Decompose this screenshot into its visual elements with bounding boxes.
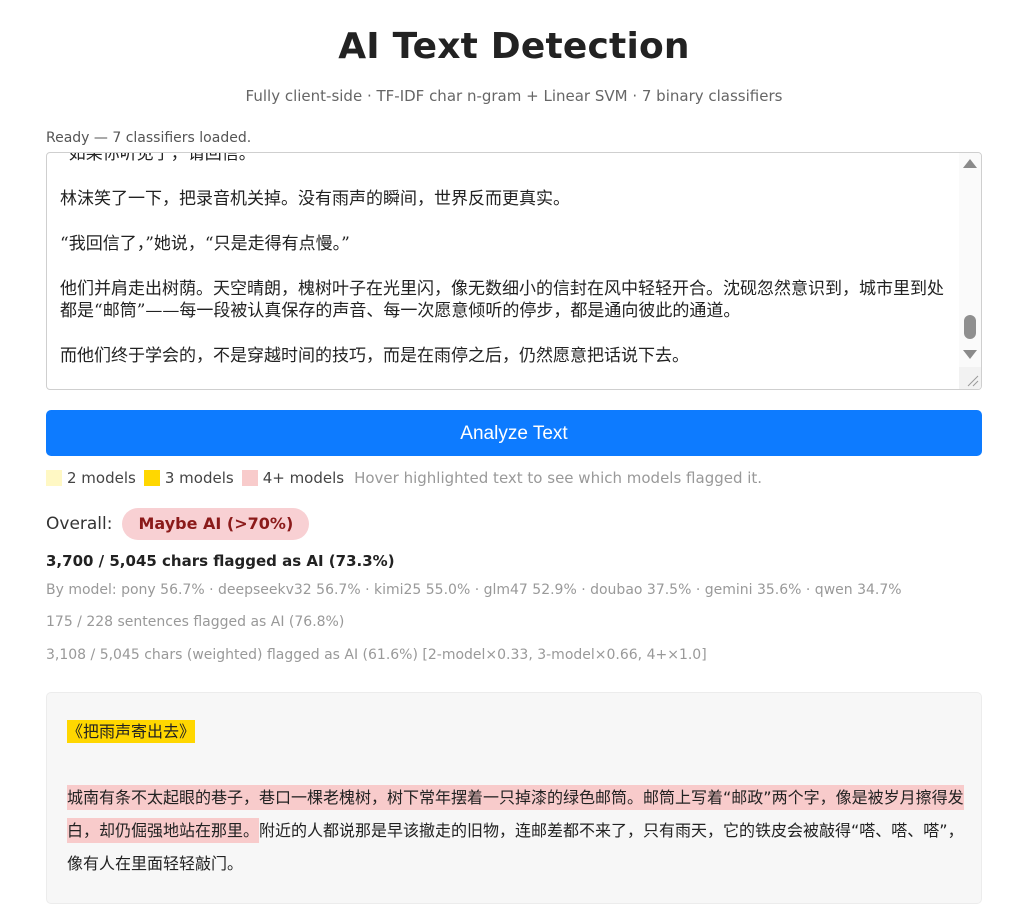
editor-paragraph: “我回信了，”她说，“只是走得有点慢。” xyxy=(60,234,350,254)
legend-swatch xyxy=(143,470,160,486)
text-input-area[interactable]: “如果你听见了，请回信。” 林沫笑了一下，把录音机关掉。没有雨声的瞬间，世界反而… xyxy=(46,152,982,390)
scroll-up-arrow-icon[interactable] xyxy=(963,159,977,168)
scroll-down-arrow-icon[interactable] xyxy=(963,350,977,359)
page-title: AI Text Detection xyxy=(338,26,690,67)
legend-item-3-models: 3 models xyxy=(143,469,234,487)
legend-swatch xyxy=(241,470,258,486)
page-subtitle: Fully client-side · TF-IDF char n-gram +… xyxy=(245,87,783,105)
weighted-summary: 3,108 / 5,045 chars (weighted) flagged a… xyxy=(46,647,707,663)
editor-partial-line: “如果你听见了，请回信。” xyxy=(60,152,256,164)
by-model-breakdown: By model: pony 56.7% · deepseekv32 56.7%… xyxy=(46,582,902,598)
legend-label: 4+ models xyxy=(262,469,345,487)
editor-paragraph: 林沫笑了一下，把录音机关掉。没有雨声的瞬间，世界反而更真实。 xyxy=(60,189,570,209)
legend-label: 2 models xyxy=(67,469,136,487)
legend-item-2-models: 2 models xyxy=(46,469,136,487)
highlighted-segment-4-plus-models[interactable]: 城南有条不太起眼的巷子，巷口一棵老槐树，树下常年摆着一只掉漆的绿色邮筒。 xyxy=(67,785,644,810)
highlighted-segment-3-models[interactable]: 《把雨声寄出去》 xyxy=(67,720,196,743)
editor-paragraph: 而他们终于学会的，不是穿越时间的技巧，而是在雨停之后，仍然愿意把话说下去。 xyxy=(60,346,689,366)
sentences-summary: 175 / 228 sentences flagged as AI (76.8%… xyxy=(46,614,345,630)
analysis-result-panel: 《把雨声寄出去》 城南有条不太起眼的巷子，巷口一棵老槐树，树下常年摆着一只掉漆的… xyxy=(46,692,982,904)
verdict-badge: Maybe AI (>70%) xyxy=(122,508,310,540)
legend-item-4-plus-models: 4+ models xyxy=(241,469,345,487)
overall-label: Overall: xyxy=(46,514,113,534)
legend-label: 3 models xyxy=(164,469,234,487)
analyze-button[interactable]: Analyze Text xyxy=(46,410,982,456)
highlight-legend: 2 models 3 models 4+ models Hover highli… xyxy=(46,469,762,487)
text-input-content[interactable]: “如果你听见了，请回信。” 林沫笑了一下，把录音机关掉。没有雨声的瞬间，世界反而… xyxy=(60,152,945,389)
status-text: Ready — 7 classifiers loaded. xyxy=(46,130,252,146)
resize-handle-icon[interactable] xyxy=(959,367,981,389)
editor-scrollbar[interactable] xyxy=(959,153,981,389)
overall-verdict-row: Overall: Maybe AI (>70%) xyxy=(46,508,310,540)
legend-swatch xyxy=(46,470,62,486)
flagged-chars-summary: 3,700 / 5,045 chars flagged as AI (73.3%… xyxy=(46,552,395,570)
legend-hint: Hover highlighted text to see which mode… xyxy=(354,469,763,487)
editor-paragraph: 他们并肩走出树荫。天空晴朗，槐树叶子在光里闪，像无数细小的信封在风中轻轻开合。沈… xyxy=(60,279,944,321)
scroll-thumb[interactable] xyxy=(964,315,976,339)
